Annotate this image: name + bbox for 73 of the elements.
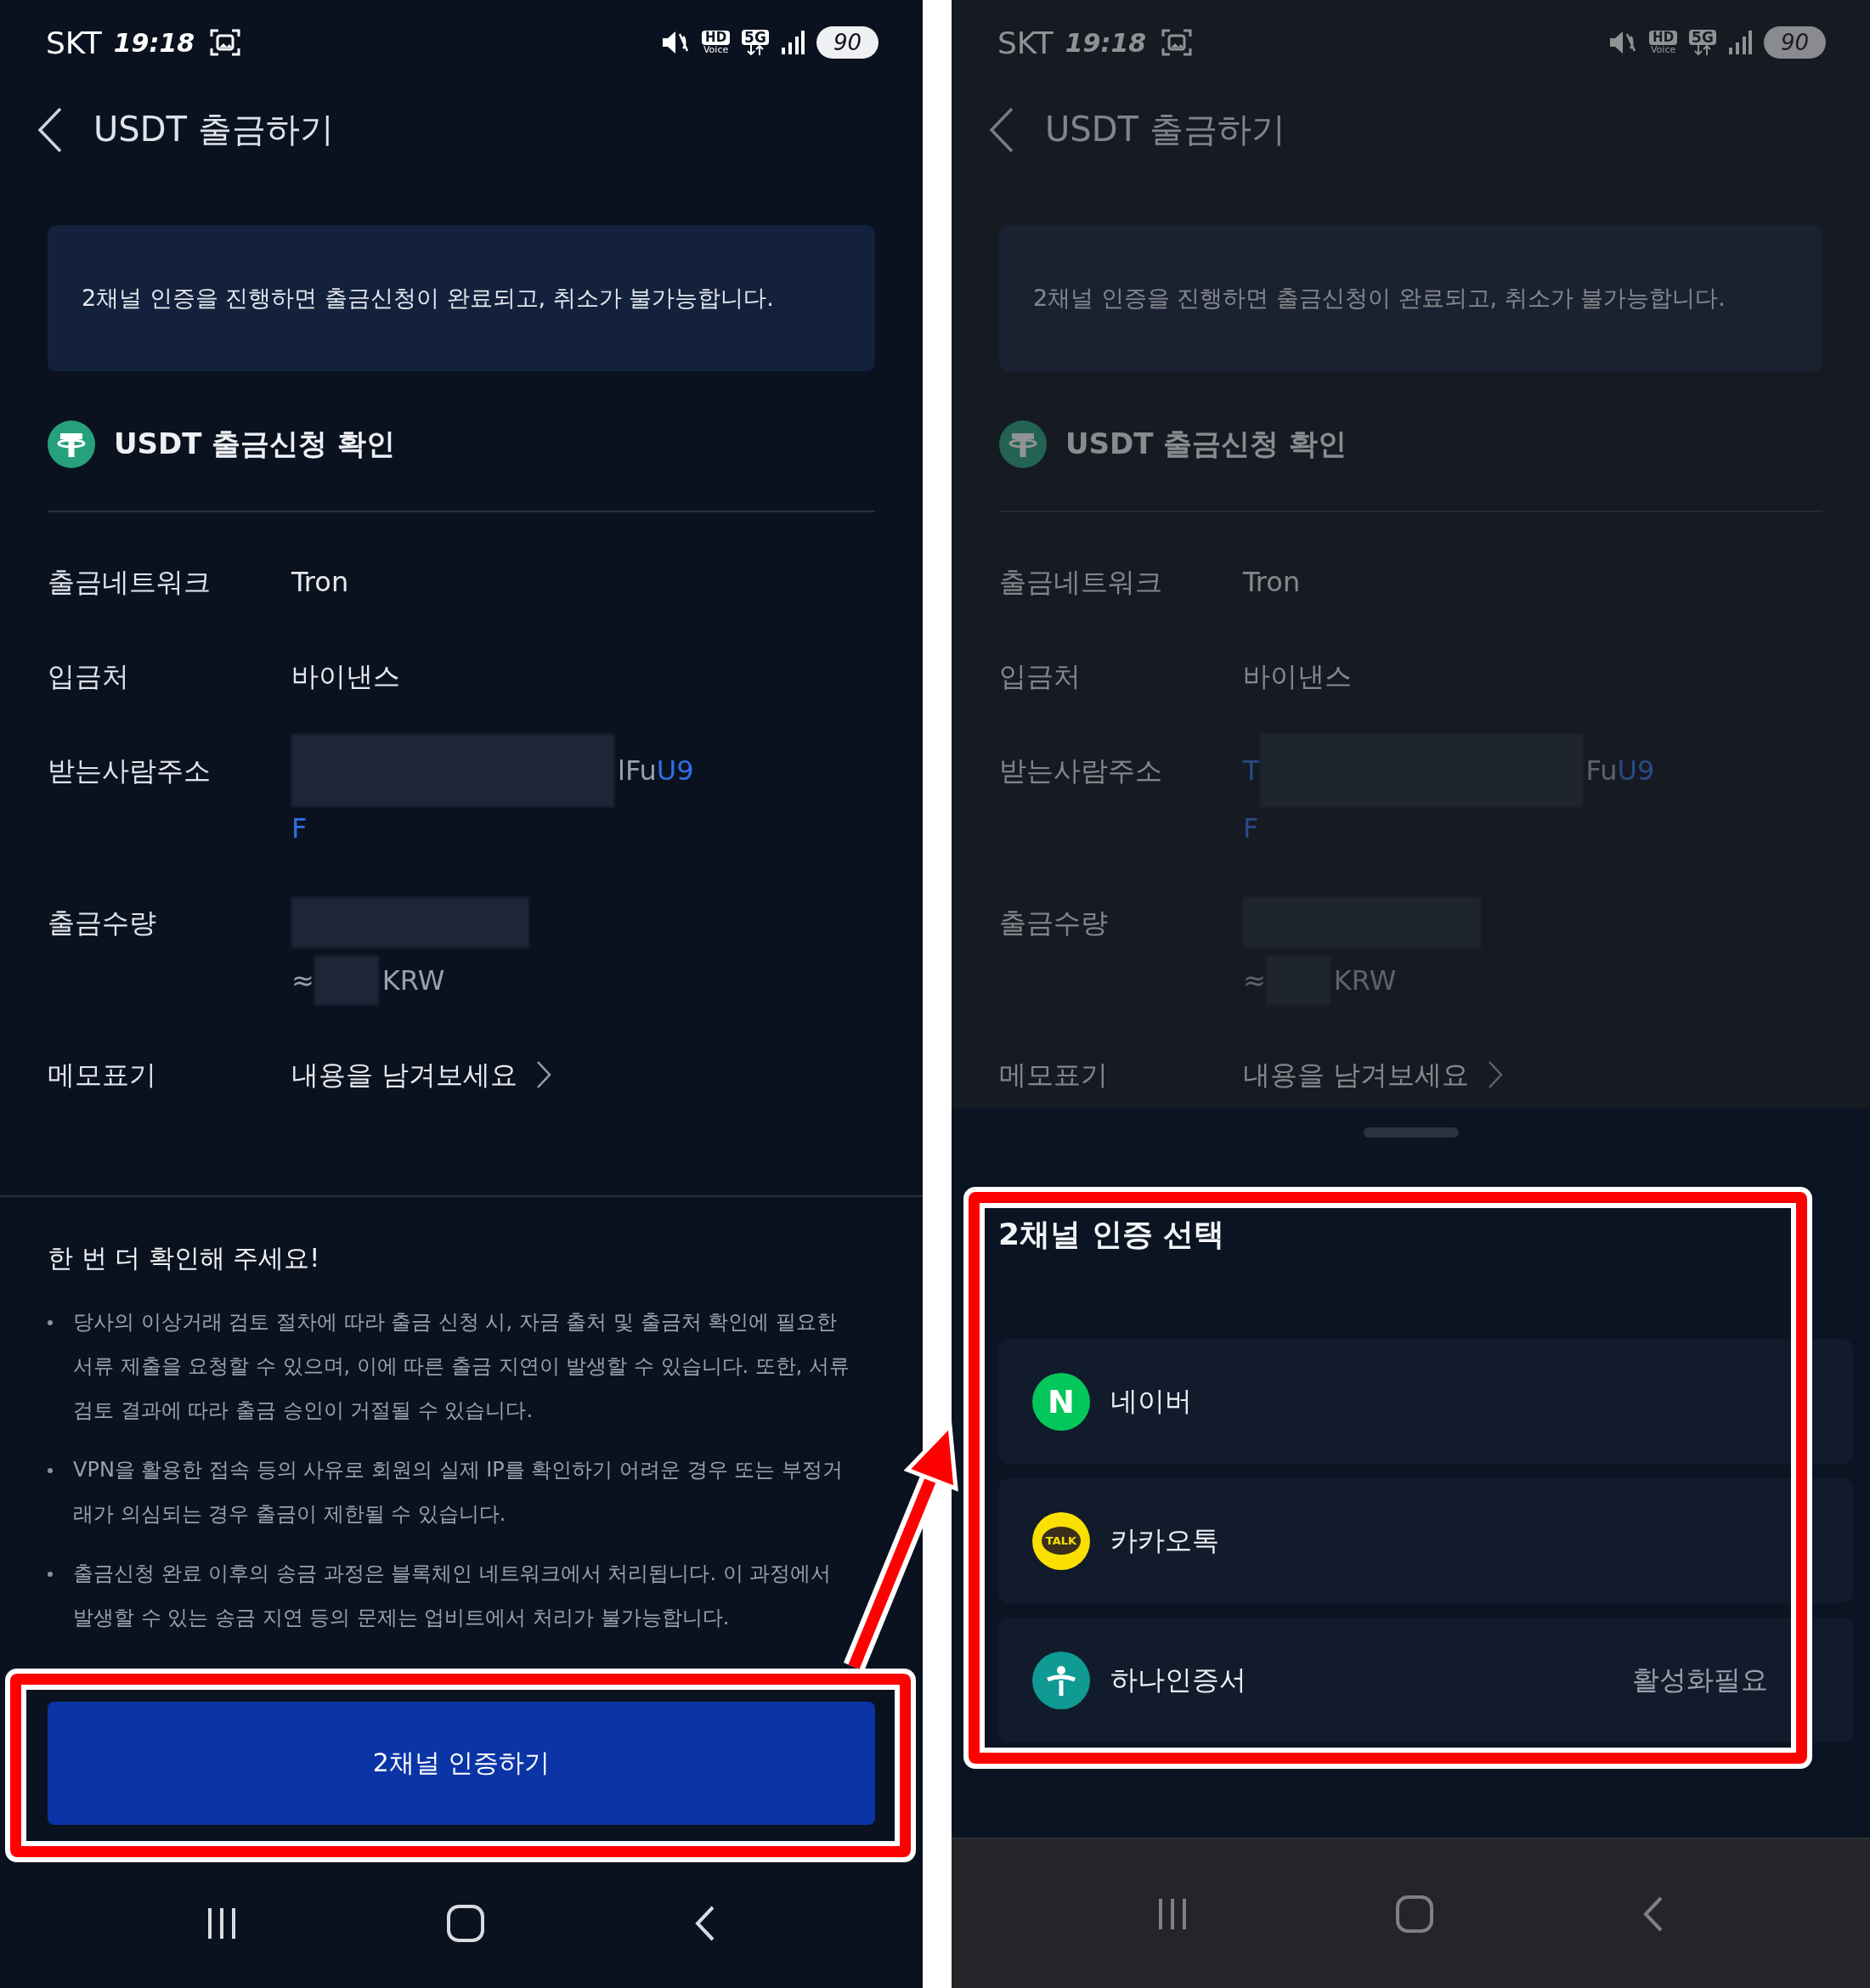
- chevron-icon: [536, 1060, 552, 1089]
- chevron-icon: [1488, 1060, 1504, 1089]
- home-icon[interactable]: [446, 1904, 485, 1943]
- option-status: 활성화필요: [1632, 1662, 1768, 1697]
- signal-icon: [1727, 31, 1752, 54]
- detail-label: 메모표기: [48, 1058, 157, 1093]
- verify-button[interactable]: 2채널 인증하기: [48, 1702, 875, 1825]
- address-text: KRW: [1333, 964, 1397, 997]
- auth-option[interactable]: N 네이버: [998, 1339, 1853, 1464]
- address-text: F: [291, 812, 308, 844]
- hana-logo-icon: [1032, 1651, 1090, 1709]
- detail-value: Tron: [1243, 565, 1302, 600]
- caution-text: VPN을 활용한 접속 등의 사유로 회원의 실제 IP를 확인하기 어려운 경우 또는 부정거래가 의심되는 경우 출금이 제한될 수 있습니다.: [73, 1457, 844, 1528]
- option-label: 네이버: [1110, 1383, 1192, 1419]
- battery-indicator: 90: [816, 26, 879, 59]
- screenshot-icon: [210, 28, 241, 57]
- section-title: USDT 출금신청 확인: [1065, 426, 1347, 462]
- address-text: U9: [1617, 754, 1655, 787]
- caution-text: 당사의 이상거래 검토 절차에 따라 출금 신청 시, 자금 출처 및 출금처 확인에 필요한 서류 제출을 요청할 수 있으며, 이에 따른 출금 지연이 발생할 수 있습니다. 또한, 서류 검토 결과에 따라 출금 승인이 거절될 수 있습니다.: [73, 1309, 851, 1424]
- address-text: KRW: [381, 964, 445, 997]
- tether-logo-icon: [48, 421, 95, 468]
- memo-link[interactable]: 내용을 남겨보세요: [291, 1046, 552, 1104]
- status-time: 19:18: [113, 27, 195, 58]
- mute-icon: [1608, 29, 1638, 56]
- recent-apps-icon[interactable]: [206, 1906, 236, 1940]
- carrier-name: SKT: [46, 25, 102, 60]
- naver-logo-icon: N: [1032, 1372, 1090, 1431]
- status-time: 19:18: [1065, 27, 1147, 58]
- detail-label: 출금네트워크: [48, 565, 212, 600]
- screenshot-icon: [1161, 28, 1193, 57]
- detail-value: 바이낸스: [291, 659, 401, 694]
- detail-value: Tron: [291, 565, 350, 600]
- address-text: lFu: [618, 754, 657, 787]
- caution-text: 출금신청 완료 이후의 송금 과정은 블록체인 네트워크에서 처리됩니다. 이 과정에서 발생할 수 있는 송금 지연 등의 문제는 업비트에서 처리가 불가능합니다.: [73, 1561, 833, 1631]
- section-title: USDT 출금신청 확인: [114, 426, 396, 462]
- detail-label: 받는사람주소: [48, 754, 212, 788]
- detail-value: 바이낸스: [1243, 659, 1353, 694]
- option-label: 카카오톡: [1110, 1522, 1219, 1558]
- sheet-title: 2채널 인증 선택: [998, 1216, 1226, 1253]
- caution-title: 한 번 더 확인해 주세요!: [48, 1242, 321, 1274]
- auth-option[interactable]: 하나인증서 활성화필요: [998, 1618, 1853, 1742]
- page-title: USDT 출금하기: [93, 109, 334, 150]
- detail-label: 입금처: [999, 659, 1082, 694]
- memo-link[interactable]: 내용을 남겨보세요: [1243, 1046, 1504, 1104]
- address-text: F: [1243, 812, 1259, 844]
- back-icon[interactable]: [695, 1906, 716, 1941]
- battery-indicator: 90: [1763, 26, 1826, 59]
- address-text: U9: [656, 754, 694, 787]
- detail-label: 출금네트워크: [999, 565, 1163, 600]
- address-text: T: [1243, 754, 1260, 787]
- bullet-dot: [48, 1572, 53, 1577]
- address-text: ≈: [1243, 964, 1266, 997]
- sheet-handle[interactable]: [1363, 1127, 1459, 1138]
- page-title: USDT 출금하기: [1045, 109, 1285, 150]
- detail-label: 출금수량: [999, 906, 1109, 940]
- talk-bubble-icon: TALK: [1032, 1511, 1090, 1570]
- signal-icon: [780, 31, 805, 54]
- address-text: Fu: [1585, 754, 1618, 787]
- option-label: 하나인증서: [1110, 1662, 1246, 1697]
- detail-label: 메모표기: [999, 1058, 1109, 1093]
- detail-label: 출금수량: [48, 906, 157, 940]
- bullet-dot: [48, 1320, 53, 1325]
- address-text: ≈: [291, 964, 314, 997]
- notice-banner: 2채널 인증을 진행하면 출금신청이 완료되고, 취소가 불가능합니다.: [999, 225, 1822, 371]
- bullet-dot: [48, 1468, 53, 1473]
- mute-icon: [661, 29, 691, 56]
- notice-banner: 2채널 인증을 진행하면 출금신청이 완료되고, 취소가 불가능합니다.: [48, 225, 875, 371]
- tether-logo-icon: [999, 421, 1047, 468]
- detail-label: 받는사람주소: [999, 754, 1163, 788]
- carrier-name: SKT: [997, 25, 1054, 60]
- auth-option[interactable]: TALK 카카오톡: [998, 1478, 1853, 1603]
- detail-label: 입금처: [48, 659, 130, 694]
- back-icon[interactable]: [37, 106, 63, 153]
